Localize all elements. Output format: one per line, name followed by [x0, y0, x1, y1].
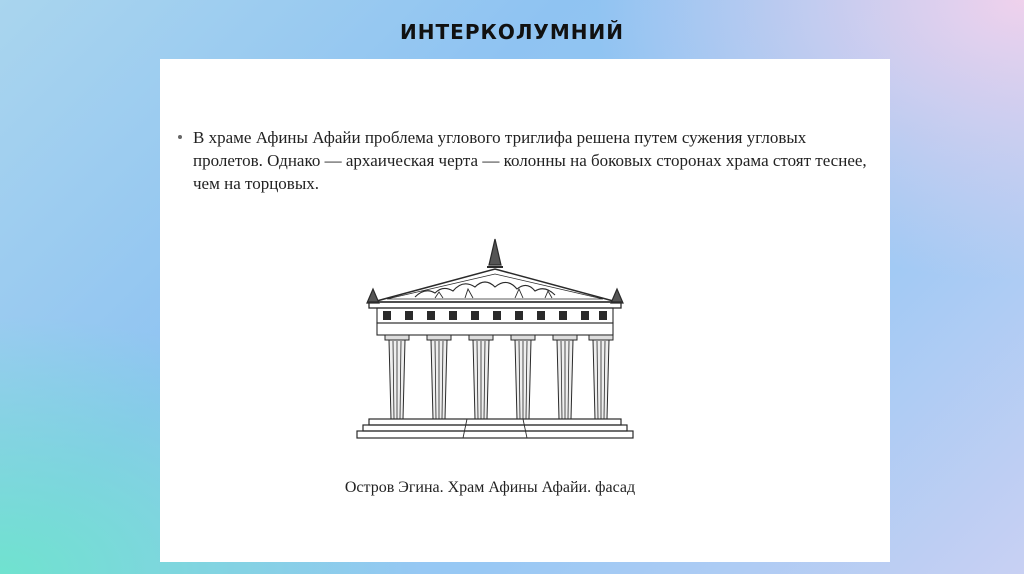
bullet-dot-icon [178, 135, 182, 139]
greek-temple-facade-illustration [356, 238, 634, 439]
figure-caption: Остров Эгина. Храм Афины Афайи. фасад [344, 479, 636, 496]
bullet-list: В храме Афины Афайи проблема углового тр… [178, 126, 878, 195]
content-panel: В храме Афины Афайи проблема углового тр… [160, 59, 890, 562]
slide-title: ИНТЕРКОЛУМНИЙ [400, 20, 624, 44]
bullet-text: В храме Афины Афайи проблема углового тр… [193, 128, 867, 193]
bullet-item: В храме Афины Афайи проблема углового тр… [178, 126, 878, 195]
